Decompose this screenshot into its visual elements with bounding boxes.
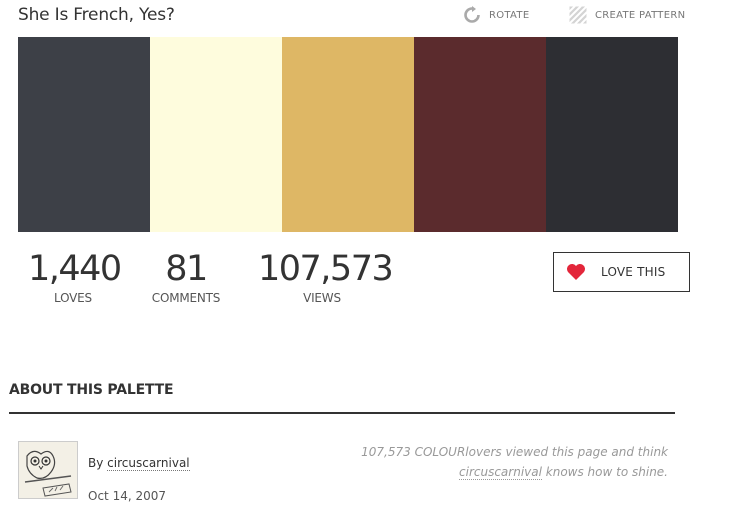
palette-swatches [18,37,678,232]
loves-count: 1,440 [28,249,122,289]
views-note: 107,573 COLOURlovers viewed this page an… [340,442,668,482]
owl-sketch-icon [19,442,77,498]
created-date: Oct 14, 2007 [88,489,166,503]
views-stat: 107,573 VIEWS [258,249,394,305]
about-heading: ABOUT THIS PALETTE [9,382,174,398]
rotate-label: ROTATE [489,9,530,21]
comments-count: 81 [165,249,208,289]
heart-icon [567,264,585,280]
color-swatch-3[interactable] [282,37,414,232]
views-label: VIEWS [303,291,341,305]
loves-label: LOVES [54,291,92,305]
love-this-button[interactable]: LOVE THIS [553,252,690,292]
color-swatch-1[interactable] [18,37,150,232]
views-note-author-link[interactable]: circuscarnival [459,465,542,480]
views-count: 107,573 [258,249,394,289]
color-swatch-4[interactable] [414,37,546,232]
create-pattern-label: CREATE PATTERN [595,9,686,21]
rotate-icon [464,6,480,23]
by-prefix: By [88,456,104,470]
loves-stat: 1,440 LOVES [28,249,122,305]
author-avatar[interactable] [18,441,78,499]
author-byline: By circuscarnival [88,456,190,471]
about-divider [9,412,675,414]
palette-title: She Is French, Yes? [18,5,175,25]
color-swatch-2[interactable] [150,37,282,232]
create-pattern-button[interactable]: CREATE PATTERN [569,6,685,24]
rotate-button[interactable]: ROTATE [463,6,529,24]
love-this-label: LOVE THIS [601,265,666,279]
color-swatch-5[interactable] [546,37,678,232]
pattern-icon [569,6,587,24]
views-note-text: 107,573 COLOURlovers viewed this page an… [361,445,668,459]
comments-label: COMMENTS [151,291,221,305]
author-link[interactable]: circuscarnival [107,456,190,471]
comments-stat: 81 COMMENTS [145,249,227,305]
views-note-text-2: knows how to shine. [545,465,668,479]
